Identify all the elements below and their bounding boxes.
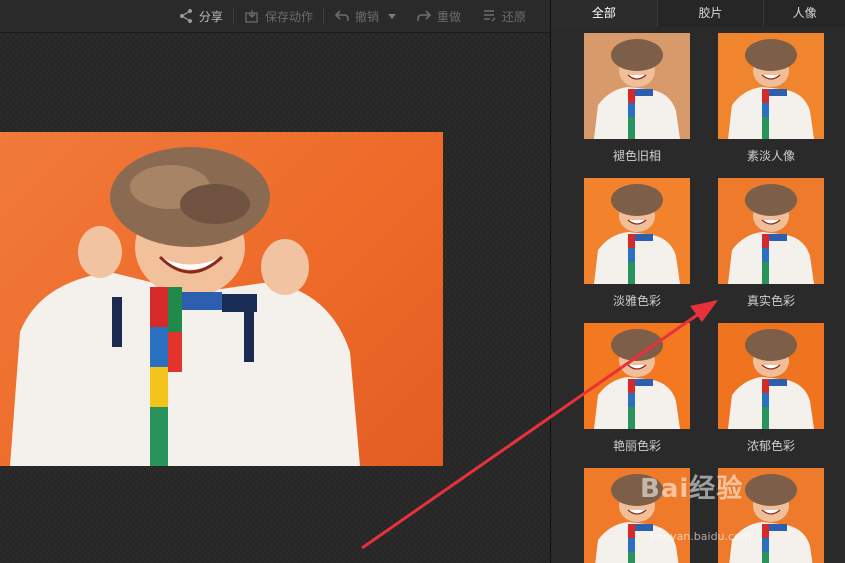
undo-icon: [334, 10, 349, 21]
save-action-label: 保存动作: [264, 9, 313, 24]
effect-label: 褪色旧相: [612, 149, 661, 163]
child-portrait-image: [10, 147, 360, 466]
tab-all[interactable]: 全部: [551, 0, 658, 27]
effect-label: 素淡人像: [746, 149, 795, 163]
tab-portrait[interactable]: 人像: [764, 0, 845, 27]
save-action-icon: [245, 10, 258, 23]
main-photo: [0, 132, 443, 466]
baidu-watermark: Bai经验: [640, 474, 744, 504]
share-icon: [179, 9, 192, 23]
effect-label: 浓郁色彩: [746, 439, 795, 453]
effect-thumbnail[interactable]: [584, 33, 690, 139]
restore-icon: [483, 10, 496, 22]
photo-canvas: 分享 保存动作 撤销 重做 还原: [0, 0, 550, 563]
effect-label: 艳丽色彩: [612, 439, 661, 453]
restore-button[interactable]: 还原: [471, 6, 536, 26]
undo-label: 撤销: [354, 9, 379, 24]
share-button[interactable]: 分享: [168, 6, 233, 26]
effect-thumbnail[interactable]: [584, 323, 690, 429]
undo-button[interactable]: 撤销: [324, 6, 406, 26]
redo-label: 重做: [436, 9, 461, 24]
redo-button[interactable]: 重做: [406, 6, 471, 26]
effect-thumbnail[interactable]: [718, 33, 824, 139]
effect-thumbnail[interactable]: [584, 178, 690, 284]
save-action-button[interactable]: 保存动作: [234, 6, 323, 26]
chevron-down-icon[interactable]: [387, 13, 396, 19]
tab-film[interactable]: 胶片: [657, 0, 765, 27]
effect-thumbnail[interactable]: [718, 323, 824, 429]
top-toolbar: 分享 保存动作 撤销 重做 还原: [0, 0, 550, 33]
effect-label: 真实色彩: [746, 294, 795, 308]
effect-thumbnail[interactable]: [718, 178, 824, 284]
effect-tabs: 全部 胶片 人像: [551, 0, 845, 27]
baidu-watermark-url: jingyan.baidu.com: [650, 530, 752, 543]
effect-label: 淡雅色彩: [612, 294, 661, 308]
restore-label: 还原: [501, 9, 526, 24]
share-label: 分享: [198, 9, 223, 24]
redo-icon: [417, 10, 432, 21]
